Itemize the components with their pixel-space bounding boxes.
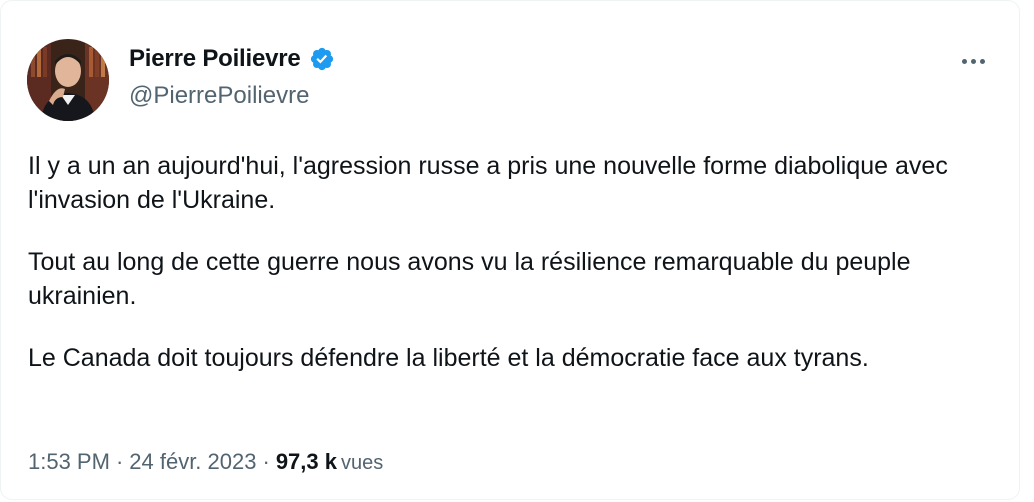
more-options-icon-dot: [970, 58, 976, 64]
tweet-text: Il y a un an aujourd'hui, l'agression ru…: [28, 149, 988, 403]
avatar-image: [27, 39, 109, 121]
tweet-paragraph: Tout au long de cette guerre nous avons …: [28, 248, 911, 310]
tweet-date[interactable]: 24 févr. 2023: [129, 449, 256, 474]
meta-separator: ·: [115, 449, 124, 474]
more-options-button[interactable]: [951, 47, 995, 75]
tweet-meta: 1:53 PM · 24 févr. 2023 · 97,3 k vues: [28, 449, 383, 475]
author-handle[interactable]: @PierrePoilievre: [129, 82, 309, 110]
more-options-icon: [961, 58, 967, 64]
author-name-row: Pierre Poilievre: [129, 45, 335, 73]
author-name[interactable]: Pierre Poilievre: [129, 45, 301, 73]
tweet-time[interactable]: 1:53 PM: [28, 449, 110, 474]
views-label: vues: [340, 452, 384, 474]
tweet-card: Pierre Poilievre @PierrePoilievre Il y a…: [0, 0, 1020, 500]
views-count: 97,3 k: [275, 449, 337, 474]
verified-badge-icon: [309, 46, 335, 72]
avatar[interactable]: [27, 39, 109, 121]
more-options-icon-dot: [979, 58, 985, 64]
tweet-paragraph: Il y a un an aujourd'hui, l'agression ru…: [28, 152, 948, 214]
meta-separator: ·: [262, 449, 270, 474]
tweet-paragraph: Le Canada doit toujours défendre la libe…: [28, 344, 869, 372]
